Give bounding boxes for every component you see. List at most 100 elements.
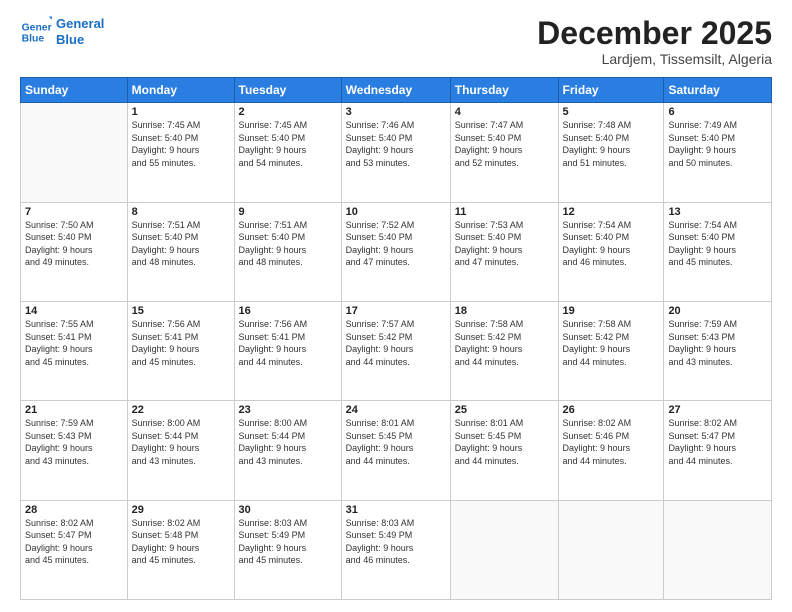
day-number: 14 xyxy=(25,305,123,317)
calendar-cell: 31Sunrise: 8:03 AMSunset: 5:49 PMDayligh… xyxy=(341,500,450,599)
day-number: 22 xyxy=(132,404,230,416)
calendar-cell: 14Sunrise: 7:55 AMSunset: 5:41 PMDayligh… xyxy=(21,301,128,400)
day-info: Sunrise: 8:02 AMSunset: 5:48 PMDaylight:… xyxy=(132,517,230,567)
day-info: Sunrise: 8:00 AMSunset: 5:44 PMDaylight:… xyxy=(239,417,337,467)
logo-icon: General Blue xyxy=(20,16,52,48)
day-info: Sunrise: 7:45 AMSunset: 5:40 PMDaylight:… xyxy=(132,119,230,169)
calendar-cell: 1Sunrise: 7:45 AMSunset: 5:40 PMDaylight… xyxy=(127,103,234,202)
calendar-header-row: SundayMondayTuesdayWednesdayThursdayFrid… xyxy=(21,78,772,103)
day-info: Sunrise: 7:54 AMSunset: 5:40 PMDaylight:… xyxy=(563,219,660,269)
calendar-cell: 18Sunrise: 7:58 AMSunset: 5:42 PMDayligh… xyxy=(450,301,558,400)
calendar-cell xyxy=(450,500,558,599)
page: General Blue General Blue December 2025 … xyxy=(0,0,792,612)
week-row: 7Sunrise: 7:50 AMSunset: 5:40 PMDaylight… xyxy=(21,202,772,301)
calendar-cell: 11Sunrise: 7:53 AMSunset: 5:40 PMDayligh… xyxy=(450,202,558,301)
calendar-cell: 23Sunrise: 8:00 AMSunset: 5:44 PMDayligh… xyxy=(234,401,341,500)
day-info: Sunrise: 7:58 AMSunset: 5:42 PMDaylight:… xyxy=(455,318,554,368)
day-info: Sunrise: 8:03 AMSunset: 5:49 PMDaylight:… xyxy=(346,517,446,567)
day-info: Sunrise: 7:46 AMSunset: 5:40 PMDaylight:… xyxy=(346,119,446,169)
weekday-header: Wednesday xyxy=(341,78,450,103)
day-info: Sunrise: 7:51 AMSunset: 5:40 PMDaylight:… xyxy=(239,219,337,269)
calendar-cell xyxy=(21,103,128,202)
calendar-cell: 3Sunrise: 7:46 AMSunset: 5:40 PMDaylight… xyxy=(341,103,450,202)
day-number: 15 xyxy=(132,305,230,317)
calendar-cell: 2Sunrise: 7:45 AMSunset: 5:40 PMDaylight… xyxy=(234,103,341,202)
title-block: December 2025 Lardjem, Tissemsilt, Alger… xyxy=(537,16,772,67)
week-row: 21Sunrise: 7:59 AMSunset: 5:43 PMDayligh… xyxy=(21,401,772,500)
week-row: 14Sunrise: 7:55 AMSunset: 5:41 PMDayligh… xyxy=(21,301,772,400)
weekday-header: Monday xyxy=(127,78,234,103)
day-number: 19 xyxy=(563,305,660,317)
day-info: Sunrise: 7:56 AMSunset: 5:41 PMDaylight:… xyxy=(132,318,230,368)
day-number: 18 xyxy=(455,305,554,317)
main-title: December 2025 xyxy=(537,16,772,51)
day-number: 23 xyxy=(239,404,337,416)
day-info: Sunrise: 8:01 AMSunset: 5:45 PMDaylight:… xyxy=(455,417,554,467)
day-number: 25 xyxy=(455,404,554,416)
day-number: 30 xyxy=(239,504,337,516)
calendar-cell: 28Sunrise: 8:02 AMSunset: 5:47 PMDayligh… xyxy=(21,500,128,599)
calendar-cell: 30Sunrise: 8:03 AMSunset: 5:49 PMDayligh… xyxy=(234,500,341,599)
day-info: Sunrise: 7:56 AMSunset: 5:41 PMDaylight:… xyxy=(239,318,337,368)
calendar-cell: 24Sunrise: 8:01 AMSunset: 5:45 PMDayligh… xyxy=(341,401,450,500)
calendar-cell: 16Sunrise: 7:56 AMSunset: 5:41 PMDayligh… xyxy=(234,301,341,400)
day-info: Sunrise: 8:03 AMSunset: 5:49 PMDaylight:… xyxy=(239,517,337,567)
weekday-header: Thursday xyxy=(450,78,558,103)
day-info: Sunrise: 7:50 AMSunset: 5:40 PMDaylight:… xyxy=(25,219,123,269)
day-info: Sunrise: 7:59 AMSunset: 5:43 PMDaylight:… xyxy=(25,417,123,467)
day-info: Sunrise: 8:02 AMSunset: 5:46 PMDaylight:… xyxy=(563,417,660,467)
calendar-cell: 9Sunrise: 7:51 AMSunset: 5:40 PMDaylight… xyxy=(234,202,341,301)
day-info: Sunrise: 7:57 AMSunset: 5:42 PMDaylight:… xyxy=(346,318,446,368)
weekday-header: Tuesday xyxy=(234,78,341,103)
day-number: 10 xyxy=(346,206,446,218)
day-info: Sunrise: 7:53 AMSunset: 5:40 PMDaylight:… xyxy=(455,219,554,269)
day-number: 16 xyxy=(239,305,337,317)
calendar-cell: 10Sunrise: 7:52 AMSunset: 5:40 PMDayligh… xyxy=(341,202,450,301)
logo: General Blue General Blue xyxy=(20,16,104,48)
subtitle: Lardjem, Tissemsilt, Algeria xyxy=(537,51,772,67)
weekday-header: Saturday xyxy=(664,78,772,103)
day-number: 13 xyxy=(668,206,767,218)
day-number: 7 xyxy=(25,206,123,218)
calendar-cell: 21Sunrise: 7:59 AMSunset: 5:43 PMDayligh… xyxy=(21,401,128,500)
header: General Blue General Blue December 2025 … xyxy=(20,16,772,67)
calendar-cell: 20Sunrise: 7:59 AMSunset: 5:43 PMDayligh… xyxy=(664,301,772,400)
calendar-cell: 12Sunrise: 7:54 AMSunset: 5:40 PMDayligh… xyxy=(558,202,664,301)
calendar-cell: 8Sunrise: 7:51 AMSunset: 5:40 PMDaylight… xyxy=(127,202,234,301)
calendar-cell xyxy=(558,500,664,599)
day-number: 1 xyxy=(132,106,230,118)
day-info: Sunrise: 7:52 AMSunset: 5:40 PMDaylight:… xyxy=(346,219,446,269)
day-number: 11 xyxy=(455,206,554,218)
day-info: Sunrise: 7:59 AMSunset: 5:43 PMDaylight:… xyxy=(668,318,767,368)
calendar: SundayMondayTuesdayWednesdayThursdayFrid… xyxy=(20,77,772,600)
day-number: 8 xyxy=(132,206,230,218)
calendar-cell: 27Sunrise: 8:02 AMSunset: 5:47 PMDayligh… xyxy=(664,401,772,500)
calendar-cell: 15Sunrise: 7:56 AMSunset: 5:41 PMDayligh… xyxy=(127,301,234,400)
day-number: 12 xyxy=(563,206,660,218)
logo-line2: Blue xyxy=(56,32,104,48)
day-number: 5 xyxy=(563,106,660,118)
day-info: Sunrise: 7:47 AMSunset: 5:40 PMDaylight:… xyxy=(455,119,554,169)
day-info: Sunrise: 7:58 AMSunset: 5:42 PMDaylight:… xyxy=(563,318,660,368)
svg-text:Blue: Blue xyxy=(22,34,45,45)
week-row: 1Sunrise: 7:45 AMSunset: 5:40 PMDaylight… xyxy=(21,103,772,202)
calendar-cell: 25Sunrise: 8:01 AMSunset: 5:45 PMDayligh… xyxy=(450,401,558,500)
day-info: Sunrise: 7:54 AMSunset: 5:40 PMDaylight:… xyxy=(668,219,767,269)
calendar-cell: 19Sunrise: 7:58 AMSunset: 5:42 PMDayligh… xyxy=(558,301,664,400)
day-info: Sunrise: 7:48 AMSunset: 5:40 PMDaylight:… xyxy=(563,119,660,169)
day-info: Sunrise: 8:02 AMSunset: 5:47 PMDaylight:… xyxy=(25,517,123,567)
day-number: 4 xyxy=(455,106,554,118)
calendar-cell: 7Sunrise: 7:50 AMSunset: 5:40 PMDaylight… xyxy=(21,202,128,301)
svg-text:General: General xyxy=(22,22,52,33)
day-number: 28 xyxy=(25,504,123,516)
calendar-cell: 22Sunrise: 8:00 AMSunset: 5:44 PMDayligh… xyxy=(127,401,234,500)
weekday-header: Friday xyxy=(558,78,664,103)
day-number: 27 xyxy=(668,404,767,416)
day-number: 20 xyxy=(668,305,767,317)
day-number: 17 xyxy=(346,305,446,317)
day-info: Sunrise: 8:00 AMSunset: 5:44 PMDaylight:… xyxy=(132,417,230,467)
day-number: 9 xyxy=(239,206,337,218)
day-number: 26 xyxy=(563,404,660,416)
day-number: 3 xyxy=(346,106,446,118)
day-info: Sunrise: 7:49 AMSunset: 5:40 PMDaylight:… xyxy=(668,119,767,169)
